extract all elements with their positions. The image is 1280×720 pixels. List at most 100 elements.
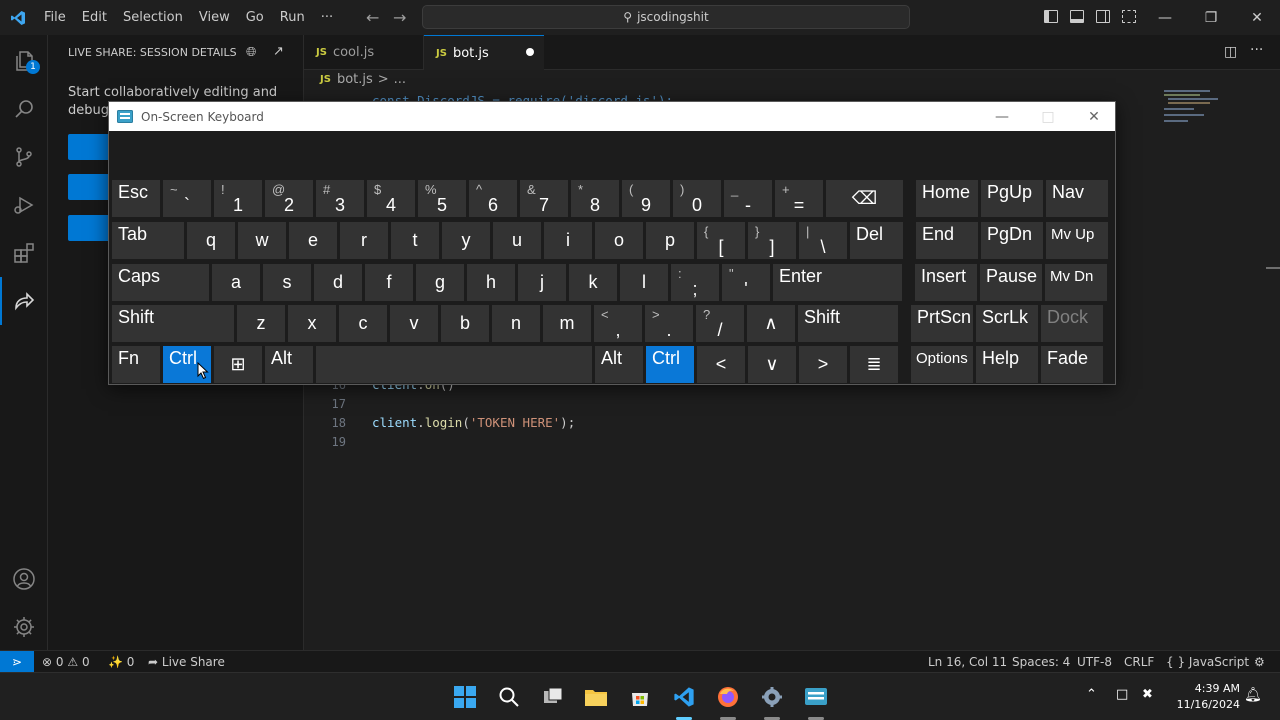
restore-icon[interactable]: ❐ xyxy=(1188,0,1234,35)
key-4[interactable]: $4 xyxy=(367,180,415,217)
key-up[interactable]: ∧ xyxy=(747,305,795,342)
toggle-primary-sidebar-icon[interactable] xyxy=(1044,10,1058,23)
key-dock[interactable]: Dock xyxy=(1041,305,1103,342)
key-backspace[interactable]: ⌫ xyxy=(826,180,903,217)
key-lalt[interactable]: Alt xyxy=(265,346,313,383)
customize-layout-icon[interactable] xyxy=(1122,10,1136,23)
on-screen-keyboard-taskbar-icon[interactable] xyxy=(800,681,832,713)
windows-start-icon[interactable] xyxy=(449,681,481,713)
accounts-icon[interactable] xyxy=(0,555,48,603)
key-pause[interactable]: Pause xyxy=(980,264,1042,301)
key-help[interactable]: Help xyxy=(976,346,1038,383)
osk-close-icon[interactable]: ✕ xyxy=(1071,102,1117,131)
key-0[interactable]: ) 0 xyxy=(673,180,721,217)
key-i[interactable]: i xyxy=(544,222,592,259)
key-backslash[interactable]: | \ xyxy=(799,222,847,259)
key-j[interactable]: j xyxy=(518,264,566,301)
run-debug-icon[interactable] xyxy=(0,181,48,229)
indentation[interactable]: Spaces: 4 xyxy=(1012,651,1070,673)
key-insert[interactable]: Insert xyxy=(915,264,977,301)
key-options[interactable]: Options xyxy=(911,346,973,383)
key-v[interactable]: v xyxy=(390,305,438,342)
osk-maximize-icon[interactable]: □ xyxy=(1025,102,1071,131)
key-tab[interactable]: Tab xyxy=(112,222,184,259)
breadcrumb-file[interactable]: bot.js xyxy=(337,72,373,87)
settings-icon[interactable] xyxy=(756,681,788,713)
live-share-icon[interactable] xyxy=(0,277,48,325)
key-menu[interactable]: ≣ xyxy=(850,346,898,383)
key-a[interactable]: a xyxy=(212,264,260,301)
key-t[interactable]: t xyxy=(391,222,439,259)
key-caps[interactable]: Caps xyxy=(112,264,209,301)
key-b[interactable]: b xyxy=(441,305,489,342)
key-c[interactable]: c xyxy=(339,305,387,342)
key-7[interactable]: & 7 xyxy=(520,180,568,217)
scrollbar-thumb[interactable] xyxy=(1266,267,1280,269)
network-icon[interactable]: □ xyxy=(1116,687,1128,702)
key-minus[interactable]: _ - xyxy=(724,180,772,217)
key-u[interactable]: u xyxy=(493,222,541,259)
show-hidden-icons-chevron-icon[interactable]: ⌃ xyxy=(1086,687,1097,702)
back-arrow-icon[interactable]: ← xyxy=(366,8,379,27)
notification-bell-icon[interactable]: 🔔︎ xyxy=(1244,687,1262,703)
menu-item-5[interactable]: Run xyxy=(272,0,313,35)
globe-icon[interactable]: 🌐︎ xyxy=(246,45,256,60)
menu-item-4[interactable]: Go xyxy=(238,0,272,35)
language-mode[interactable]: { } JavaScript xyxy=(1166,651,1249,673)
key-g[interactable]: g xyxy=(416,264,464,301)
manage-gear-icon[interactable] xyxy=(0,603,48,651)
key-k[interactable]: k xyxy=(569,264,617,301)
problems-indicator[interactable]: ⊗ 0 ⚠ 0 xyxy=(42,651,90,673)
key-semicolon[interactable]: :; xyxy=(671,264,719,301)
key-del[interactable]: Del xyxy=(850,222,903,259)
command-center-search[interactable]: ⚲ jscodingshit xyxy=(422,5,910,29)
key-n[interactable]: n xyxy=(492,305,540,342)
key-m[interactable]: m xyxy=(543,305,591,342)
key-enter[interactable]: Enter xyxy=(773,264,902,301)
cursor-position[interactable]: Ln 16, Col 11 xyxy=(928,651,1007,673)
key-rshift[interactable]: Shift xyxy=(798,305,898,342)
menu-item-0[interactable]: File xyxy=(36,0,74,35)
key-5[interactable]: % 5 xyxy=(418,180,466,217)
key-home[interactable]: Home xyxy=(916,180,978,217)
key-comma[interactable]: <, xyxy=(594,305,642,342)
menu-item-2[interactable]: Selection xyxy=(115,0,191,35)
key-e[interactable]: e xyxy=(289,222,337,259)
key-fn[interactable]: Fn xyxy=(112,346,160,383)
menu-item-1[interactable]: Edit xyxy=(74,0,115,35)
system-clock[interactable]: 4:39 AM 11/16/2024 xyxy=(1170,681,1240,713)
key-grave[interactable]: ~ ` xyxy=(163,180,211,217)
key-9[interactable]: (9 xyxy=(622,180,670,217)
key-l[interactable]: l xyxy=(620,264,668,301)
key-nav[interactable]: Nav xyxy=(1046,180,1108,217)
microsoft-store-icon[interactable] xyxy=(624,681,656,713)
key-3[interactable]: #3 xyxy=(316,180,364,217)
explorer-icon[interactable] xyxy=(0,37,48,85)
task-view-icon[interactable] xyxy=(537,681,569,713)
key-fade[interactable]: Fade xyxy=(1041,346,1103,383)
key-f[interactable]: f xyxy=(365,264,413,301)
key-esc[interactable]: Esc xyxy=(112,180,160,217)
toggle-secondary-sidebar-icon[interactable] xyxy=(1096,10,1110,23)
key-p[interactable]: p xyxy=(646,222,694,259)
key-8[interactable]: * 8 xyxy=(571,180,619,217)
key-6[interactable]: ^ 6 xyxy=(469,180,517,217)
code-line[interactable]: client.login('TOKEN HERE'); xyxy=(372,415,575,430)
split-editor-icon[interactable]: ◫ xyxy=(1224,44,1237,60)
key-q[interactable]: q xyxy=(187,222,235,259)
key-end[interactable]: End xyxy=(916,222,978,259)
key-down[interactable]: ∨ xyxy=(748,346,796,383)
open-external-icon[interactable]: ↗ xyxy=(273,44,284,59)
notifications-icon[interactable]: ⚙︎ xyxy=(1254,651,1265,673)
key-d[interactable]: d xyxy=(314,264,362,301)
key-s[interactable]: s xyxy=(263,264,311,301)
extensions-icon[interactable] xyxy=(0,229,48,277)
close-icon[interactable]: ✕ xyxy=(1234,0,1280,35)
key-w[interactable]: w xyxy=(238,222,286,259)
key-h[interactable]: h xyxy=(467,264,515,301)
more-actions-icon[interactable]: ··· xyxy=(1250,42,1263,58)
key-x[interactable]: x xyxy=(288,305,336,342)
key-mvup[interactable]: Mv Up xyxy=(1046,222,1108,259)
search-icon[interactable] xyxy=(0,85,48,133)
key-y[interactable]: y xyxy=(442,222,490,259)
